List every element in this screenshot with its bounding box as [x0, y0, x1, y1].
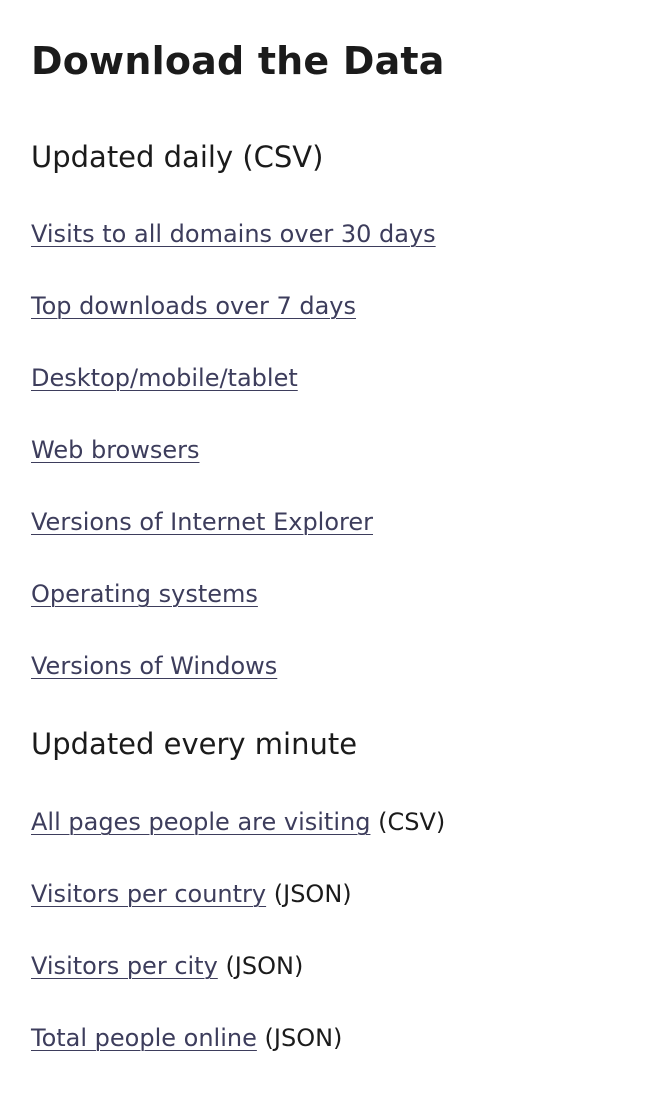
list-item: Operating systems	[31, 579, 258, 609]
list-item: Visitors per city (JSON)	[31, 951, 303, 981]
list-item: Top downloads over 7 days	[31, 291, 356, 321]
format-label: (JSON)	[273, 880, 352, 908]
link-total-people-online[interactable]: Total people online	[31, 1024, 257, 1052]
download-data-page: Download the Data Updated daily (CSV) Vi…	[0, 0, 650, 1098]
list-item: Versions of Windows	[31, 651, 277, 681]
link-visits-all-domains-30-days[interactable]: Visits to all domains over 30 days	[31, 220, 436, 248]
list-item: Web browsers	[31, 435, 199, 465]
link-versions-internet-explorer[interactable]: Versions of Internet Explorer	[31, 508, 373, 536]
section-heading-minute: Updated every minute	[31, 727, 358, 761]
list-item: All pages people are visiting (CSV)	[31, 807, 445, 837]
link-versions-windows[interactable]: Versions of Windows	[31, 652, 277, 680]
link-visitors-per-country[interactable]: Visitors per country	[31, 880, 266, 908]
list-item: Visitors per country (JSON)	[31, 879, 352, 909]
link-top-downloads-7-days[interactable]: Top downloads over 7 days	[31, 292, 356, 320]
section-heading-daily: Updated daily (CSV)	[31, 140, 324, 174]
link-operating-systems[interactable]: Operating systems	[31, 580, 258, 608]
format-label: (CSV)	[378, 808, 446, 836]
link-all-pages-visiting[interactable]: All pages people are visiting	[31, 808, 370, 836]
link-web-browsers[interactable]: Web browsers	[31, 436, 199, 464]
format-label: (JSON)	[264, 1024, 343, 1052]
list-item: Total people online (JSON)	[31, 1023, 342, 1053]
link-desktop-mobile-tablet[interactable]: Desktop/mobile/tablet	[31, 364, 298, 392]
list-item: Desktop/mobile/tablet	[31, 363, 298, 393]
list-item: Visits to all domains over 30 days	[31, 219, 436, 249]
list-item: Versions of Internet Explorer	[31, 507, 373, 537]
page-title: Download the Data	[31, 39, 445, 83]
link-visitors-per-city[interactable]: Visitors per city	[31, 952, 218, 980]
format-label: (JSON)	[225, 952, 304, 980]
